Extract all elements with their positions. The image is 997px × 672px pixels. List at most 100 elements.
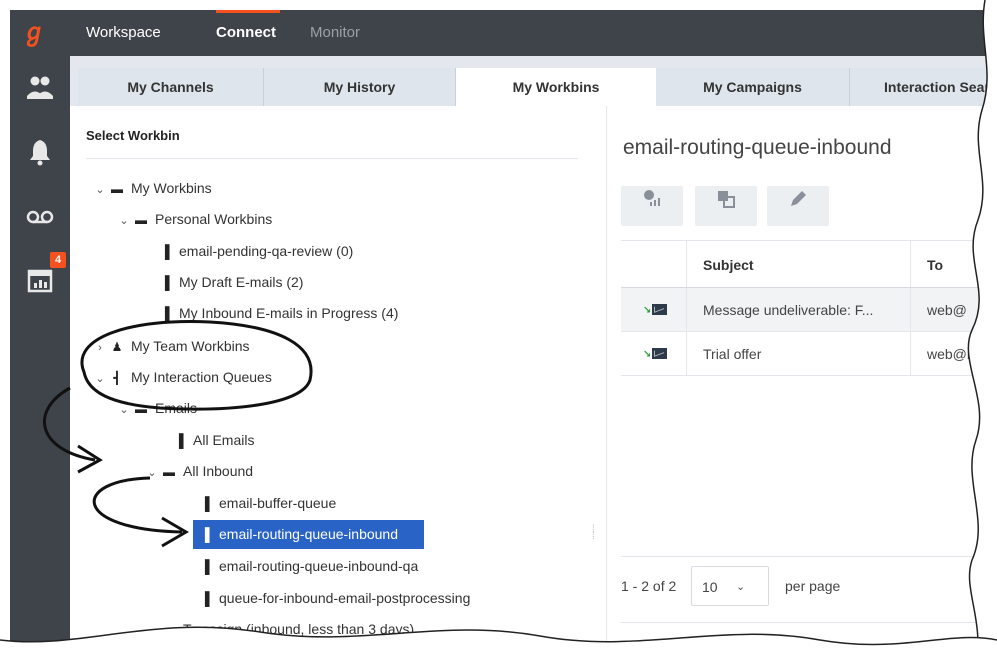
tab-strip: My Channels My History My Workbins My Ca…	[70, 56, 997, 108]
header-icon-column	[621, 241, 687, 287]
tree-email-pending-qa-review[interactable]: ▐ email-pending-qa-review (0)	[156, 239, 353, 263]
divider	[86, 158, 578, 159]
tree-my-interaction-queues[interactable]: ⌄ ┫ My Interaction Queues	[92, 365, 272, 391]
tree-label: My Interaction Queues	[131, 369, 272, 385]
tree-label: All Emails	[193, 432, 255, 448]
workbin-icon: ▐	[160, 275, 170, 290]
pagination-count: 1 - 2 of 2	[621, 578, 677, 594]
tab-my-channels[interactable]: My Channels	[78, 68, 264, 106]
tab-my-campaigns[interactable]: My Campaigns	[656, 68, 850, 106]
chevron-down-icon[interactable]: ⌄	[144, 619, 160, 643]
tree-label: email-routing-queue-inbound-qa	[219, 558, 419, 574]
tree-label: Emails	[155, 400, 198, 416]
tree-email-buffer-queue[interactable]: ▐ email-buffer-queue	[196, 491, 336, 515]
assign-icon	[640, 190, 664, 214]
folder-icon: ▬	[163, 465, 175, 479]
nav-connect[interactable]: Connect	[216, 10, 280, 56]
header-subject[interactable]: Subject	[687, 241, 911, 287]
edit-button[interactable]	[767, 186, 829, 226]
tree-label: My Draft E-mails (2)	[179, 274, 304, 290]
tree-email-routing-queue-inbound[interactable]: ▐ email-routing-queue-inbound	[193, 520, 425, 549]
chevron-down-icon[interactable]: ⌄	[144, 461, 160, 485]
tree-queue-for-inbound-email-postprocessing[interactable]: ▐ queue-for-inbound-email-postprocessing	[196, 586, 470, 610]
tree-label: email-buffer-queue	[219, 495, 337, 511]
agent-icon: ♟	[111, 340, 123, 354]
workbin-icon: ▐	[174, 433, 184, 448]
nav-monitor[interactable]: Monitor	[310, 10, 360, 56]
panel-splitter-handle[interactable]: ⁞ ⁞	[592, 525, 598, 542]
table-header: Subject To	[621, 240, 997, 288]
assign-button[interactable]	[621, 186, 683, 226]
workbin-icon: ▐	[200, 591, 210, 606]
copy-button[interactable]	[695, 186, 757, 226]
chevron-down-icon[interactable]: ⌄	[116, 209, 132, 233]
tree-my-draft-emails[interactable]: ▐ My Draft E-mails (2)	[156, 270, 303, 294]
row-to: web@	[927, 302, 967, 318]
per-page-label: per page	[785, 578, 841, 594]
workbin-content: email-routing-queue-inbound Subject To ↘…	[606, 106, 997, 672]
folder-icon: ▬	[135, 213, 147, 227]
left-rail: 4	[10, 56, 70, 672]
tree-email-buffer-queue-2[interactable]: ▐ email-buffer-queue	[196, 648, 336, 672]
workbin-icon: ▐	[160, 306, 170, 321]
row-icon-cell: ↘	[621, 288, 687, 331]
divider	[621, 556, 997, 557]
row-icon-cell: ↘	[621, 332, 687, 375]
row-subject: Trial offer	[687, 332, 911, 375]
stats-badge: 4	[50, 252, 66, 268]
page-size-select[interactable]: 10 ⌄	[691, 566, 769, 606]
tree-personal-workbins[interactable]: ⌄ ▬ Personal Workbins	[116, 207, 272, 231]
top-bar: ℊ Workspace Connect Monitor	[10, 10, 997, 56]
select-workbin-title: Select Workbin	[86, 128, 180, 143]
row-to: web@mc	[927, 346, 986, 362]
edit-icon	[787, 191, 809, 214]
folder-icon: ▬	[135, 402, 147, 416]
tree-all-emails[interactable]: ▐ All Emails	[170, 428, 254, 452]
workbin-icon: ▐	[160, 244, 170, 259]
bell-icon[interactable]	[24, 136, 56, 168]
table-row[interactable]: ↘ Trial offer web@mc	[621, 332, 997, 376]
tab-my-history[interactable]: My History	[264, 68, 456, 106]
copy-icon	[715, 191, 737, 214]
folder-icon: ▬	[163, 623, 175, 637]
voicemail-icon[interactable]	[24, 200, 56, 232]
header-to[interactable]: To	[911, 241, 997, 287]
chevron-down-icon: ⌄	[736, 581, 746, 593]
tree-my-team-workbins[interactable]: › ♟ My Team Workbins	[92, 334, 250, 360]
page-size-value: 10	[702, 579, 718, 595]
tree-label: My Workbins	[131, 180, 212, 196]
tree-emails[interactable]: ⌄ ▬ Emails	[116, 396, 197, 420]
briefcase-icon: ▬	[111, 182, 123, 196]
chevron-right-icon[interactable]: ›	[92, 336, 108, 360]
chevron-down-icon[interactable]: ⌄	[92, 178, 108, 202]
tree-my-inbound-emails[interactable]: ▐ My Inbound E-mails in Progress (4)	[156, 301, 398, 325]
tree-label: Personal Workbins	[155, 211, 273, 227]
inbound-email-icon: ↘	[643, 302, 667, 318]
nav-workspace[interactable]: Workspace	[86, 10, 161, 56]
tree-to-assign[interactable]: ⌄ ▬ To assign (inbound, less than 3 days)	[144, 617, 414, 641]
tree-label: My Team Workbins	[131, 338, 250, 354]
tree-label: To assign (inbound, less than 3 days)	[183, 621, 415, 637]
chevron-down-icon[interactable]: ⌄	[116, 398, 132, 422]
inbound-email-icon: ↘	[643, 346, 667, 362]
row-subject: Message undeliverable: F...	[687, 288, 911, 331]
workbin-icon: ▐	[200, 496, 210, 511]
genesys-logo-icon: ℊ	[22, 19, 46, 46]
stats-icon[interactable]	[24, 264, 56, 296]
workbin-title: email-routing-queue-inbound	[623, 136, 892, 159]
people-icon[interactable]	[24, 72, 56, 104]
chevron-down-icon[interactable]: ⌄	[92, 367, 108, 391]
workbin-icon: ▐	[200, 653, 210, 668]
tree-label: My Inbound E-mails in Progress (4)	[179, 305, 399, 321]
tree-my-workbins[interactable]: ⌄ ▬ My Workbins	[92, 176, 212, 202]
tab-interaction-search[interactable]: Interaction Sear	[850, 68, 997, 106]
workbin-selector: Select Workbin ⌄ ▬ My Workbins ⌄ ▬ Personal …	[78, 106, 583, 672]
workbin-icon: ▐	[200, 527, 210, 542]
table-row[interactable]: ↘ Message undeliverable: F... web@	[621, 288, 997, 332]
workbin-icon: ▐	[200, 559, 210, 574]
tree-label: email-routing-queue-inbound	[219, 526, 399, 542]
divider	[621, 622, 997, 623]
tree-email-routing-queue-inbound-qa[interactable]: ▐ email-routing-queue-inbound-qa	[196, 554, 418, 578]
tab-my-workbins[interactable]: My Workbins	[456, 68, 656, 108]
tree-all-inbound[interactable]: ⌄ ▬ All Inbound	[144, 459, 253, 483]
